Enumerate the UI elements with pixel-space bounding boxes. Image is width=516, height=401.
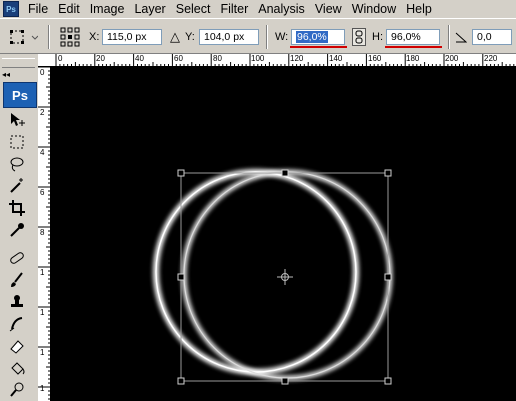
width-field[interactable]: 96,0% <box>291 29 345 45</box>
rotate-angle-field[interactable]: 0,0 <box>472 29 512 45</box>
eyedropper-tool[interactable] <box>6 220 28 240</box>
eraser-tool[interactable] <box>6 336 28 356</box>
menu-layer[interactable]: Layer <box>129 0 170 18</box>
reference-point-icon <box>60 27 80 47</box>
annotation-underline-height <box>385 46 442 48</box>
ruler-label: 100 <box>251 54 265 63</box>
vertical-ruler[interactable]: 0 2 4 6 8 1 1 1 1 <box>38 67 51 401</box>
dodge-icon <box>10 382 24 397</box>
handle-bottom-left[interactable] <box>177 377 185 385</box>
ruler-label: 20 <box>96 54 105 63</box>
ruler-label: 80 <box>213 54 222 63</box>
options-bar: X: 115,0 px △ Y: 104,0 px W: 96,0% H: 96… <box>0 18 516 54</box>
w-label: W: <box>275 31 289 43</box>
ruler-label: 1 <box>40 268 45 277</box>
clone-stamp-tool[interactable] <box>6 292 28 312</box>
horizontal-ruler[interactable]: 0 20 40 60 80 100 120 140 160 180 200 22… <box>38 54 516 67</box>
handle-middle-left[interactable] <box>177 273 185 281</box>
height-field[interactable]: 96,0% <box>386 29 440 45</box>
y-label: Y: <box>185 31 195 43</box>
crop-tool[interactable] <box>6 198 28 218</box>
reference-point-crosshair-icon[interactable] <box>277 269 293 285</box>
move-tool[interactable] <box>6 110 28 130</box>
handle-top-right[interactable] <box>384 169 392 177</box>
x-label: X: <box>89 31 100 43</box>
menu-select[interactable]: Select <box>171 0 216 18</box>
magic-wand-tool[interactable] <box>6 176 28 196</box>
lasso-icon <box>10 157 24 172</box>
ruler-label: 2 <box>40 108 45 117</box>
ruler-label: 120 <box>290 54 304 63</box>
y-position-field[interactable]: 104,0 px <box>199 29 259 45</box>
crop-icon <box>9 200 25 216</box>
menu-file[interactable]: File <box>23 0 53 18</box>
toolbox: ◂◂ Ps <box>0 54 39 401</box>
collapse-icon[interactable]: ◂◂ <box>2 70 10 79</box>
menu-image[interactable]: Image <box>85 0 130 18</box>
relative-position-icon[interactable]: △ <box>170 28 180 46</box>
ruler-label: 6 <box>40 188 45 197</box>
handle-middle-right[interactable] <box>384 273 392 281</box>
marquee-icon <box>10 135 24 149</box>
handle-top-middle[interactable] <box>281 169 289 177</box>
handle-top-left[interactable] <box>177 169 185 177</box>
menu-help[interactable]: Help <box>401 0 437 18</box>
maintain-aspect-ratio-button[interactable] <box>352 28 366 46</box>
ps-logo: Ps <box>3 82 37 108</box>
handle-bottom-right[interactable] <box>384 377 392 385</box>
brush-tool[interactable] <box>6 270 28 290</box>
healing-brush-tool[interactable] <box>6 248 28 268</box>
ruler-label: 0 <box>40 68 45 77</box>
app-icon[interactable]: Ps <box>3 1 19 17</box>
ruler-label: 1 <box>40 348 45 357</box>
ruler-label: 220 <box>484 54 498 63</box>
annotation-underline-width <box>290 46 347 48</box>
menu-view[interactable]: View <box>310 0 347 18</box>
canvas-artwork <box>153 169 393 385</box>
document-canvas[interactable] <box>51 67 516 401</box>
tool-preset-picker[interactable] <box>8 28 38 46</box>
history-brush-icon <box>9 317 23 332</box>
move-icon <box>11 113 25 126</box>
ruler-label: 40 <box>135 54 144 63</box>
h-label: H: <box>372 31 383 43</box>
bandage-icon <box>10 252 24 264</box>
history-brush-tool[interactable] <box>6 314 28 334</box>
link-icon <box>352 28 366 46</box>
ruler-label: 8 <box>40 228 45 237</box>
menu-bar: Ps File Edit Image Layer Select Filter A… <box>0 0 516 18</box>
ruler-label: 180 <box>406 54 420 63</box>
lasso-tool[interactable] <box>6 154 28 174</box>
marquee-tool[interactable] <box>6 132 28 152</box>
ruler-label: 140 <box>329 54 343 63</box>
eraser-icon <box>10 340 24 354</box>
menu-window[interactable]: Window <box>347 0 401 18</box>
magic-wand-icon <box>10 178 23 193</box>
x-position-field[interactable]: 115,0 px <box>102 29 162 45</box>
stamp-icon <box>11 295 23 307</box>
width-value: 96,0% <box>296 31 328 43</box>
handle-bottom-middle[interactable] <box>281 377 289 385</box>
rotate-angle-icon <box>455 28 467 46</box>
toolbox-grip[interactable] <box>2 58 35 68</box>
ruler-label: 160 <box>368 54 382 63</box>
ruler-label: 1 <box>40 384 45 393</box>
paint-bucket-tool[interactable] <box>6 358 28 378</box>
transform-tool-icon <box>10 30 38 44</box>
ruler-label: 0 <box>58 54 63 63</box>
ruler-label: 200 <box>445 54 459 63</box>
glowing-ring-transformed <box>181 169 393 381</box>
reference-point-locator[interactable] <box>60 27 80 47</box>
ruler-label: 60 <box>174 54 183 63</box>
brush-icon <box>11 272 23 287</box>
menu-edit[interactable]: Edit <box>53 0 85 18</box>
menu-filter[interactable]: Filter <box>215 0 253 18</box>
ruler-label: 1 <box>40 308 45 317</box>
ruler-label: 4 <box>40 148 45 157</box>
menu-analysis[interactable]: Analysis <box>253 0 310 18</box>
paint-bucket-icon <box>11 362 25 375</box>
eyedropper-icon <box>10 223 24 237</box>
dodge-tool[interactable] <box>6 380 28 400</box>
